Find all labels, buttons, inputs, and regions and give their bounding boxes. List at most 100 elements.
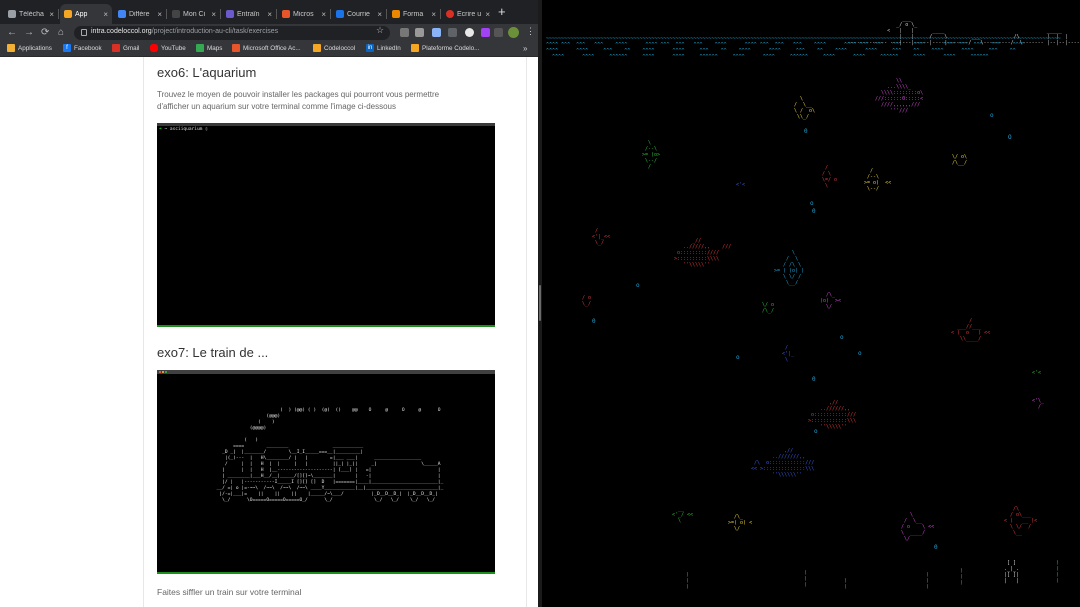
tab-formation[interactable]: Forma × [388,4,440,24]
bookmark-codeloccol[interactable]: Codeloccol [313,44,355,52]
tab-entrainement[interactable]: Entraîn × [222,4,276,24]
extension-icon[interactable] [400,28,409,37]
fish-ascii: __ <'_/ << \ [672,506,694,524]
tab-telecharger[interactable]: Télécha × [4,4,58,24]
extension-icon[interactable] [415,28,424,37]
tab-label: Entraîn [237,10,260,18]
atlassian-icon [118,10,126,18]
close-tab-icon[interactable]: × [377,10,382,19]
tab-ecrire[interactable]: Écrire u × [442,4,494,24]
bookmark-facebook[interactable]: f Facebook [63,44,102,52]
seaweed-ascii: ( ) ( [804,570,808,588]
split-handle[interactable] [539,285,541,321]
seaweed-ascii: ) ( ) [686,572,690,590]
bookmark-linkedin[interactable]: in LinkedIn [366,44,401,52]
extension-icon[interactable] [448,28,457,37]
fish-ascii: \/ o /\_/ [762,302,775,314]
castle-ascii: [ ] ._|_. |[ ]| | | [1004,560,1020,584]
close-tab-icon[interactable]: × [103,10,108,19]
tab-label: Micros [293,10,314,18]
youtube-icon [150,44,158,52]
fish-ascii: \ / \__ \ / o\ \\_/ [794,96,816,120]
bubble: 0 [934,544,938,551]
fish-ascii: <'< [1032,370,1042,376]
address-toolbar: ← → ⟳ ⌂ intra.codeloccol.org/project/int… [0,24,538,42]
fish-ascii: / o \_/ [582,295,592,307]
fish-ascii: / / \ \=/ o \ [822,165,838,189]
download-icon [8,10,16,18]
content-border [143,57,144,607]
exo7-title: exo7: Le train de ... [157,345,269,360]
back-button[interactable]: ← [7,26,17,40]
fish-ascii: \\ ...\\\\_ \\\\::::::::o\ ///::::::0:::… [875,78,924,114]
browser-menu-button[interactable]: ⋮ [526,26,535,37]
bubble: o [990,112,994,119]
tab-label: Écrire u [457,10,482,18]
fish-ascii: \ / \ / /\ \ >= ( (o) ) \ \/ / \__/ [774,250,805,286]
bubble: 0 [804,128,808,135]
bookmark-microsoft-office[interactable]: Microsoft Office Ac... [232,44,301,52]
codeloccol-icon [313,44,321,52]
bubble: o [814,428,818,435]
bookmark-applications[interactable]: Applications [7,44,52,52]
bookmark-maps[interactable]: Maps [196,44,222,52]
home-button[interactable]: ⌂ [58,26,64,40]
tab-label: App [75,10,88,18]
bubble: 0 [812,208,816,215]
bookmarks-overflow-button[interactable]: » [523,44,527,53]
bookmark-plateforme-codeloccol[interactable]: Plateforme Codelo... [411,44,479,52]
fish-ascii: /\ / o\___ < ( __ )< \ \/ / \__ [1004,506,1038,536]
extension-icon[interactable] [432,28,441,37]
tab-differences[interactable]: Différe × [114,4,166,24]
tab-mon-ci[interactable]: Mon Ci × [168,4,220,24]
seaweed-ascii: ) ( ) [960,568,964,586]
close-tab-icon[interactable]: × [211,10,216,19]
fish-ascii: <'\_ / [1032,398,1045,410]
bubble: o [840,334,844,341]
tab-courrier[interactable]: Courrie × [332,4,386,24]
seaweed-ascii: ( ) ( [926,572,930,590]
bubble: 0 [592,318,596,325]
close-tab-icon[interactable]: × [49,10,54,19]
extension-icon[interactable] [481,28,490,37]
bookmark-youtube[interactable]: YouTube [150,44,186,52]
close-tab-icon[interactable]: × [267,10,272,19]
bubble: 0 [812,376,816,383]
profile-avatar[interactable] [508,27,519,38]
fish-ascii: /\_ (o) >< \/ [820,292,842,310]
close-tab-icon[interactable]: × [157,10,162,19]
forward-button[interactable]: → [24,26,34,40]
tab-label: Différe [129,10,150,18]
fish-ascii: / ___//___ < ( o ) << \\____/ [951,318,991,342]
content-border [526,57,527,607]
apps-grid-icon [7,44,15,52]
page-content: exo6: L'aquarium Trouvez le moyen de pou… [0,57,538,607]
maps-icon [196,44,204,52]
seaweed-ascii: ) ( [844,578,848,590]
extension-icon[interactable] [494,28,503,37]
fish-ascii: / <'|_ \ [782,345,795,363]
exo7-description: Faites siffler un train sur votre termin… [157,587,302,597]
extension-icon[interactable] [465,28,474,37]
reload-button[interactable]: ⟳ [41,26,49,40]
tab-label: Courrie [347,10,370,18]
tab-microsoft[interactable]: Micros × [278,4,330,24]
facebook-icon: f [63,44,71,52]
browser-window: Télécha × App × Différe × Mon Ci × Entra… [0,0,538,607]
bookmark-star-icon[interactable]: ☆ [376,25,384,36]
close-tab-icon[interactable]: × [321,10,326,19]
tab-strip: Télécha × App × Différe × Mon Ci × Entra… [0,0,538,24]
url-bar[interactable]: intra.codeloccol.org/project/introductio… [74,26,390,40]
github-icon [172,10,180,18]
fish-ascii: / <'|_<< \_/ [592,228,611,246]
bubble: O [1008,134,1012,141]
close-tab-icon[interactable]: × [431,10,436,19]
url-text: intra.codeloccol.org/project/introductio… [91,28,279,35]
fish-ascii: \/ o\ /\__/ [952,154,968,166]
bookmark-gmail[interactable]: Gmail [112,44,139,52]
new-tab-button[interactable]: + [498,5,506,19]
close-tab-icon[interactable]: × [485,10,490,19]
codeloccol-icon [411,44,419,52]
tab-app[interactable]: App × [60,4,112,24]
exo6-description: Trouvez le moyen de pouvoir installer le… [157,90,440,111]
